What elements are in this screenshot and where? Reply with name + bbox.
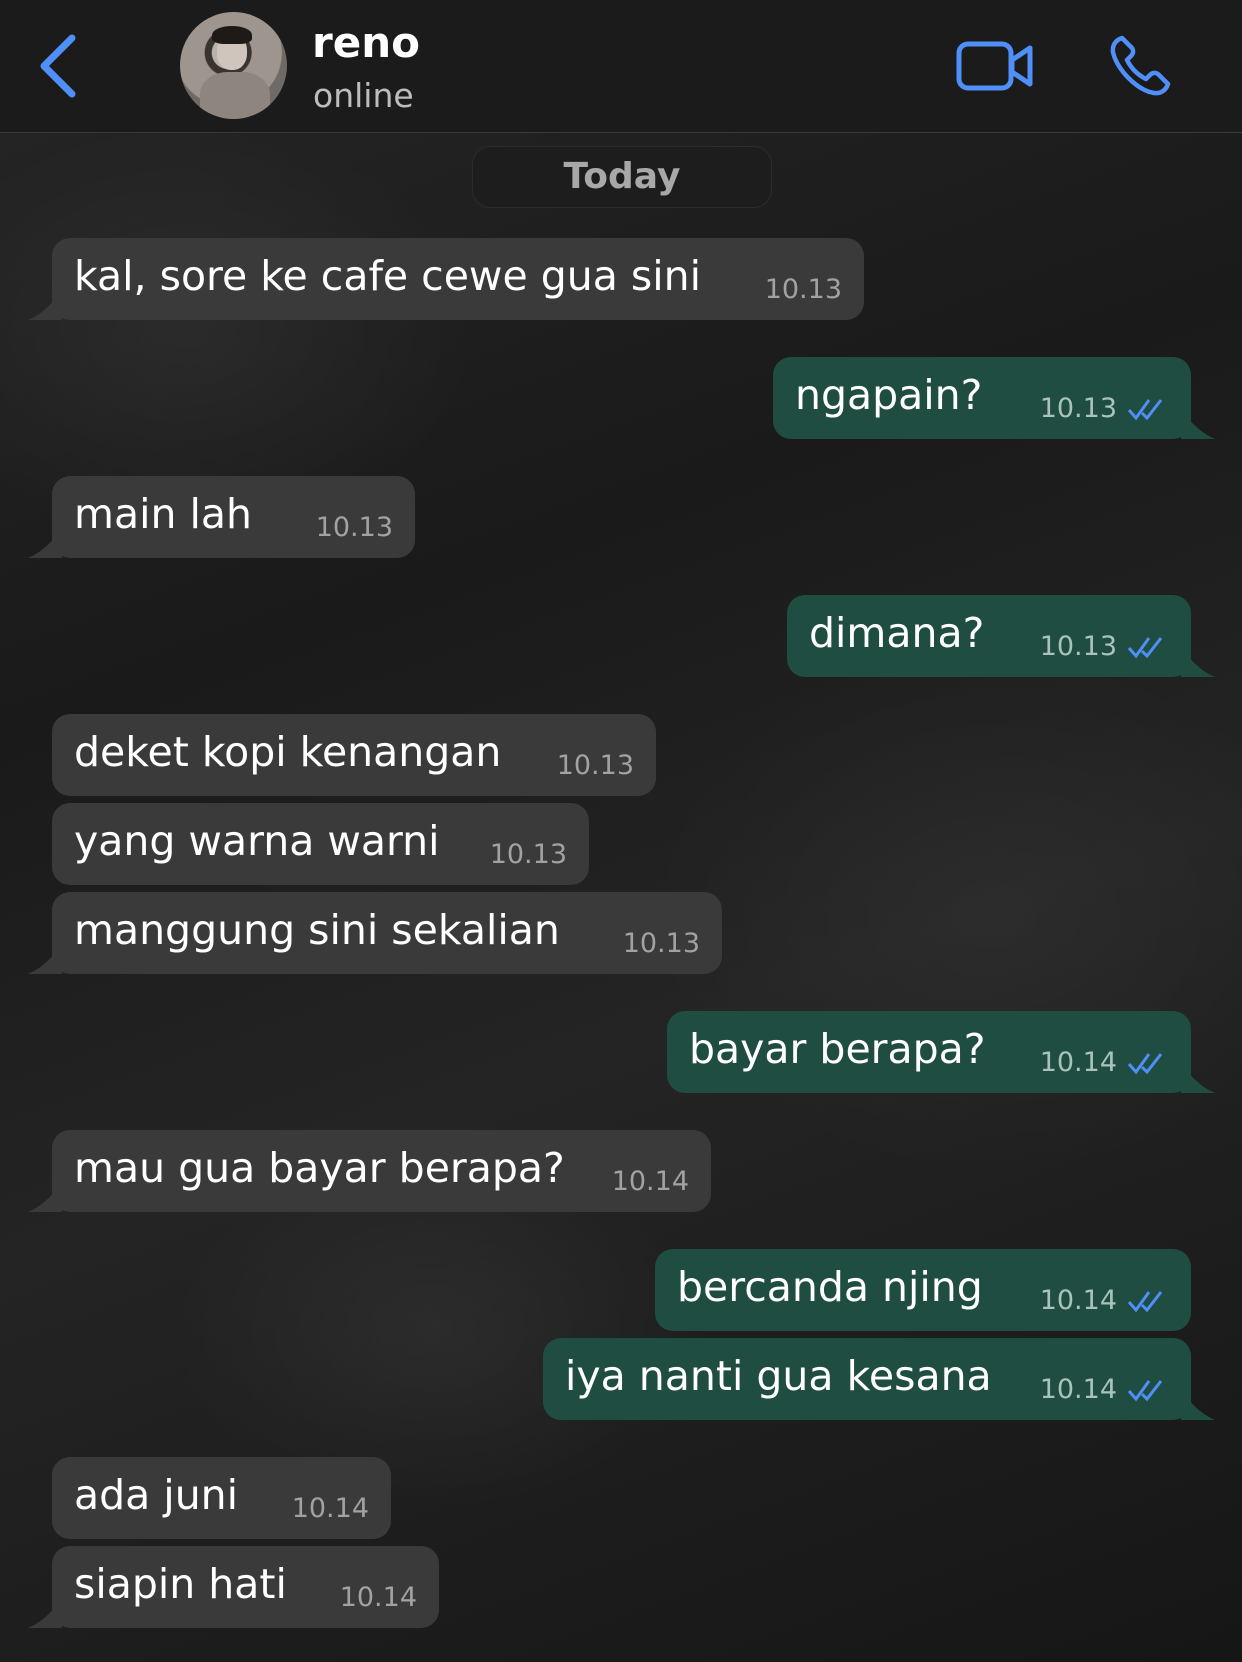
message-outgoing[interactable]: ngapain? 10.13: [773, 357, 1215, 439]
message-time: 10.14: [339, 1582, 417, 1613]
message-time: 10.14: [1039, 1285, 1117, 1316]
message-incoming[interactable]: kal, sore ke cafe cewe gua sini 10.13: [28, 238, 864, 320]
message-outgoing[interactable]: dimana? 10.13: [787, 595, 1215, 677]
message-time: 10.13: [764, 274, 842, 305]
message-text: mau gua bayar berapa?: [74, 1144, 565, 1192]
chat-header: reno online: [0, 0, 1242, 133]
double-check-icon: [1127, 1053, 1163, 1075]
message-time: 10.14: [611, 1166, 689, 1197]
message-incoming[interactable]: siapin hati 10.14: [28, 1546, 439, 1628]
double-check-icon: [1127, 399, 1163, 421]
double-check-icon: [1127, 1380, 1163, 1402]
message-outgoing[interactable]: iya nanti gua kesana 10.14: [543, 1338, 1215, 1420]
message-text: dimana?: [809, 609, 985, 657]
chevron-left-icon[interactable]: [36, 32, 80, 100]
message-time: 10.13: [556, 750, 634, 781]
message-outgoing[interactable]: bercanda njing 10.14: [655, 1249, 1191, 1331]
message-text: iya nanti gua kesana: [565, 1352, 992, 1400]
message-time: 10.13: [315, 512, 393, 543]
contact-status: online: [313, 76, 414, 115]
message-time: 10.13: [1039, 631, 1117, 662]
avatar[interactable]: [180, 12, 287, 119]
message-text: yang warna warni: [74, 817, 440, 865]
message-outgoing[interactable]: bayar berapa? 10.14: [667, 1011, 1215, 1093]
double-check-icon: [1127, 637, 1163, 659]
video-camera-icon[interactable]: [956, 38, 1034, 94]
message-text: manggung sini sekalian: [74, 906, 560, 954]
message-time: 10.14: [291, 1493, 369, 1524]
message-incoming[interactable]: deket kopi kenangan 10.13: [52, 714, 656, 796]
contact-name[interactable]: reno: [312, 18, 420, 67]
message-text: bayar berapa?: [689, 1025, 986, 1073]
message-incoming[interactable]: main lah 10.13: [28, 476, 415, 558]
double-check-icon: [1127, 1291, 1163, 1313]
message-time: 10.14: [1039, 1374, 1117, 1405]
date-separator: Today: [472, 146, 772, 208]
phone-icon[interactable]: [1108, 34, 1172, 98]
message-time: 10.14: [1039, 1047, 1117, 1078]
message-text: ada juni: [74, 1471, 239, 1519]
message-incoming[interactable]: mau gua bayar berapa? 10.14: [28, 1130, 711, 1212]
message-incoming[interactable]: ada juni 10.14: [52, 1457, 391, 1539]
message-time: 10.13: [622, 928, 700, 959]
message-text: siapin hati: [74, 1560, 287, 1608]
message-text: kal, sore ke cafe cewe gua sini: [74, 252, 702, 300]
message-text: ngapain?: [795, 371, 983, 419]
message-text: main lah: [74, 490, 252, 538]
message-text: deket kopi kenangan: [74, 728, 502, 776]
message-time: 10.13: [1039, 393, 1117, 424]
message-incoming[interactable]: manggung sini sekalian 10.13: [28, 892, 722, 974]
message-incoming[interactable]: yang warna warni 10.13: [52, 803, 589, 885]
message-time: 10.13: [489, 839, 567, 870]
message-text: bercanda njing: [677, 1263, 983, 1311]
